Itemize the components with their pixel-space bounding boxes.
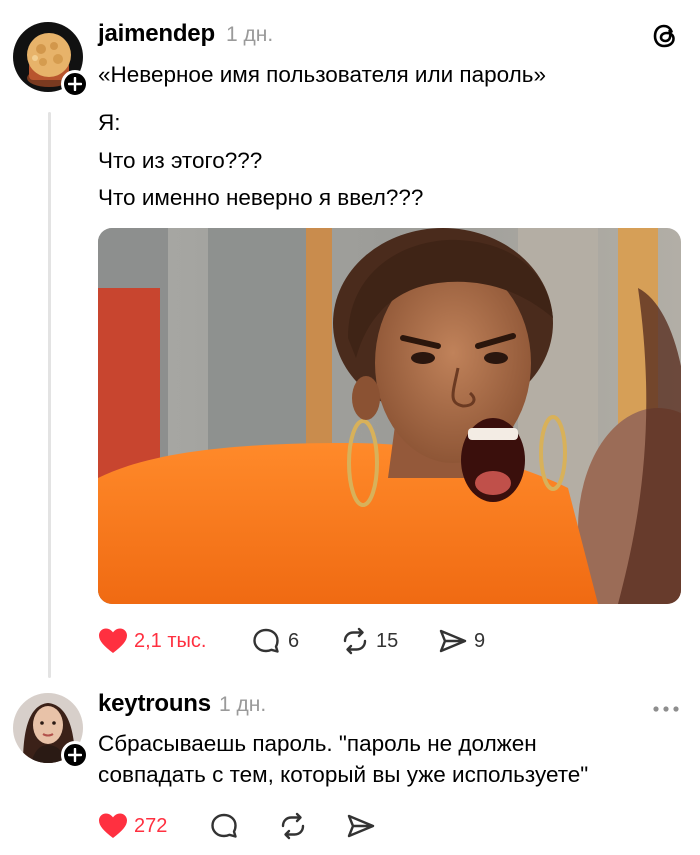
comment-button[interactable]	[210, 812, 240, 840]
post-line: Что именно неверно я ввел???	[98, 185, 424, 210]
reply-username[interactable]: keytrouns	[98, 690, 211, 718]
post-username[interactable]: jaimendep	[98, 20, 215, 48]
post-title: «Неверное имя пользователя или пароль»	[98, 62, 547, 87]
heart-icon	[98, 812, 128, 840]
follow-plus-icon[interactable]	[61, 70, 89, 98]
comment-bubble-icon	[252, 627, 282, 655]
comment-button[interactable]: 6	[252, 627, 299, 655]
heart-icon	[98, 627, 128, 655]
repost-button[interactable]: 15	[340, 627, 398, 655]
threads-feed: jaimendep 1 дн. «Неверное имя пользовате…	[0, 0, 700, 855]
post-line: Что из этого???	[98, 148, 263, 173]
like-button[interactable]: 2,1 тыс.	[98, 627, 206, 655]
post-line: Я:	[98, 110, 121, 135]
repost-icon	[340, 627, 370, 655]
avatar[interactable]	[13, 693, 89, 769]
send-icon	[438, 627, 468, 655]
like-button[interactable]: 272	[98, 812, 167, 840]
reply-text-line: Сбрасываешь пароль. "пароль не должен	[98, 731, 537, 756]
repost-icon	[278, 812, 308, 840]
reply-time: 1 дн.	[219, 693, 267, 716]
repost-count: 15	[376, 629, 399, 652]
reply-text-line: совпадать с тем, который вы уже использу…	[98, 762, 589, 787]
follow-plus-icon[interactable]	[61, 741, 89, 769]
thread-line	[48, 112, 51, 678]
comment-bubble-icon	[210, 812, 240, 840]
share-count: 9	[474, 629, 486, 652]
share-button[interactable]: 9	[438, 627, 485, 655]
meme-photo	[98, 228, 681, 604]
repost-button[interactable]	[278, 812, 308, 840]
avatar[interactable]	[13, 22, 89, 98]
like-count: 2,1 тыс.	[134, 629, 207, 652]
post-image[interactable]	[98, 228, 681, 604]
post-time: 1 дн.	[226, 23, 274, 46]
comment-count: 6	[288, 629, 300, 652]
share-button[interactable]	[346, 812, 376, 840]
send-icon	[346, 812, 376, 840]
like-count: 272	[134, 814, 168, 837]
more-dots-icon[interactable]	[652, 700, 680, 712]
threads-logo-icon[interactable]	[650, 21, 680, 51]
